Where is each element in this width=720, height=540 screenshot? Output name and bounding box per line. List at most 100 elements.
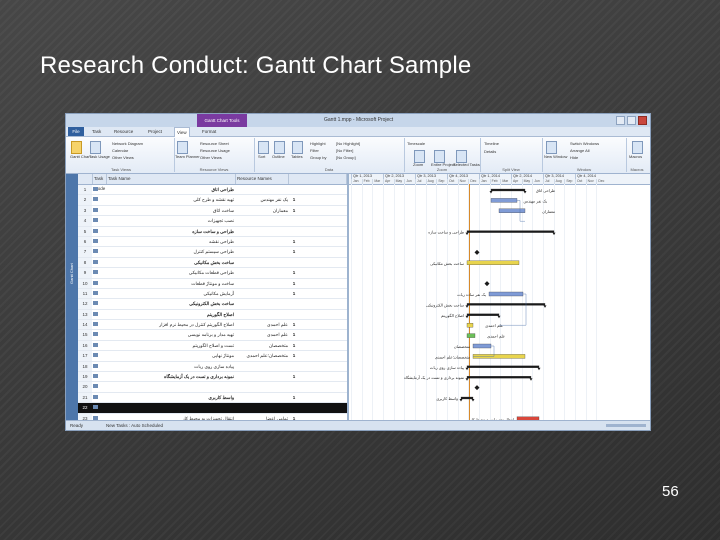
table-row[interactable]: 4 نصب تجهیزات xyxy=(78,216,347,227)
task-name-cell[interactable]: مونتاژ نهایی xyxy=(106,351,234,360)
table-row[interactable]: 9 طراحی قطعات مکانیکی 1 xyxy=(78,268,347,279)
resource-names-cell[interactable] xyxy=(236,185,288,194)
resource-names-cell[interactable] xyxy=(236,247,288,256)
summary-bar[interactable] xyxy=(466,313,500,316)
table-row[interactable]: 13 اصلاح الگوریتم xyxy=(78,309,347,321)
resource-names-cell[interactable]: علم احمدی xyxy=(236,320,288,329)
task-name-cell[interactable]: ساخت بخش مکانیکی xyxy=(106,258,234,267)
summary-bar[interactable] xyxy=(466,303,546,306)
view-bar[interactable]: Gantt Chart xyxy=(66,174,78,420)
task-name-cell[interactable]: طراحی نقشه xyxy=(106,237,234,246)
table-row[interactable]: 3 ساخت اتاق معماران 1 xyxy=(78,205,347,217)
maximize-button[interactable] xyxy=(627,116,636,125)
table-row[interactable]: 11 آزمایش مکانیکی 1 xyxy=(78,288,347,300)
arrange-all-item[interactable]: Arrange All xyxy=(570,148,590,153)
task-bar[interactable] xyxy=(488,291,524,297)
task-name-cell[interactable]: طراحی سیستم کنترل xyxy=(106,247,234,256)
task-name-cell[interactable]: طراحی و ساخت سازه xyxy=(106,227,234,236)
tables-button[interactable] xyxy=(292,141,303,154)
table-row[interactable]: 15 تهیه مدار و برنامه نویسی علم احمدی 1 xyxy=(78,330,347,341)
details-checkbox[interactable]: Details xyxy=(484,149,496,154)
macros-button[interactable] xyxy=(632,141,643,154)
table-row[interactable]: 1 طراحی اتاق xyxy=(78,185,347,196)
resource-names-cell[interactable] xyxy=(236,268,288,277)
task-name-cell[interactable]: واسط کاربری xyxy=(106,393,234,402)
timeline-checkbox[interactable]: Timeline xyxy=(484,141,499,146)
summary-bar[interactable] xyxy=(460,396,474,400)
task-name-cell[interactable]: اصلاح الگوریتم xyxy=(106,310,234,319)
switch-windows-item[interactable]: Switch Windows xyxy=(570,141,599,146)
task-name-cell[interactable] xyxy=(106,382,234,391)
table-row[interactable]: 10 ساخت و مونتاژ قطعات 1 xyxy=(78,278,347,289)
resource-names-cell[interactable] xyxy=(236,372,288,381)
timescale-dropdown[interactable]: Timescale xyxy=(407,141,425,146)
resource-names-cell[interactable] xyxy=(236,216,288,225)
task-name-cell[interactable]: ساخت بخش الکترونیکی xyxy=(106,299,234,308)
table-row[interactable]: 5 طراحی و ساخت سازه xyxy=(78,226,347,237)
header-task-mode[interactable]: Task Mode xyxy=(93,174,107,191)
milestone-marker[interactable] xyxy=(474,249,480,255)
task-name-cell[interactable]: ساخت اتاق xyxy=(106,206,234,215)
task-name-cell[interactable]: آزمایش مکانیکی xyxy=(106,289,234,298)
filter-dropdown[interactable]: [No Filter] xyxy=(336,148,353,153)
new-window-button[interactable] xyxy=(546,141,557,154)
table-row[interactable]: 8 ساخت بخش مکانیکی xyxy=(78,257,347,269)
resource-names-cell[interactable] xyxy=(236,289,288,298)
gantt-chart-button[interactable] xyxy=(71,141,82,154)
resource-names-cell[interactable] xyxy=(236,393,288,402)
resource-usage-item[interactable]: Resource Usage xyxy=(200,148,230,153)
table-row[interactable]: 21 واسط کاربری 1 xyxy=(78,392,347,404)
summary-bar[interactable] xyxy=(466,376,532,379)
table-row[interactable]: 18 پیاده سازی روی ربات xyxy=(78,361,347,373)
sort-button[interactable] xyxy=(258,141,269,154)
table-row[interactable]: 20 xyxy=(78,382,347,393)
resource-names-cell[interactable] xyxy=(236,299,288,308)
group-by-dropdown[interactable]: [No Group] xyxy=(336,155,356,160)
task-name-cell[interactable]: تست و اصلاح الگوریتم xyxy=(106,341,234,350)
tab-project[interactable]: Project xyxy=(148,127,162,136)
tab-format[interactable]: Format xyxy=(202,127,216,136)
tab-resource[interactable]: Resource xyxy=(114,127,133,136)
table-row[interactable]: 16 تست و اصلاح الگوریتم متخصصان 1 xyxy=(78,340,347,352)
resource-sheet-item[interactable]: Resource Sheet xyxy=(200,141,229,146)
summary-bar[interactable] xyxy=(490,188,526,192)
milestone-marker[interactable] xyxy=(474,385,480,391)
outline-button[interactable] xyxy=(274,141,285,154)
resource-names-cell[interactable]: متخصصان؛علم احمدی xyxy=(236,351,288,360)
task-name-cell[interactable]: طراحی قطعات مکانیکی xyxy=(106,268,234,277)
resource-names-cell[interactable] xyxy=(236,258,288,267)
resource-names-cell[interactable] xyxy=(236,403,288,412)
table-row[interactable]: 2 تهیه نقشه و طرح کلی یک نفر مهندس 1 xyxy=(78,195,347,206)
tab-file[interactable]: File xyxy=(68,127,84,136)
task-bar[interactable] xyxy=(466,333,476,338)
task-name-cell[interactable]: نمونه برداری و تست در یک آزمایشگاه xyxy=(106,372,234,381)
task-usage-button[interactable] xyxy=(90,141,101,154)
resource-names-cell[interactable] xyxy=(236,310,288,319)
zoom-slider[interactable] xyxy=(606,424,646,427)
resource-names-cell[interactable]: متخصصان xyxy=(236,341,288,350)
highlight-dropdown[interactable]: [No Highlight] xyxy=(336,141,360,146)
task-bar[interactable] xyxy=(498,208,526,213)
task-name-cell[interactable]: اصلاح الگوریتم کنترل در محیط نرم افزار xyxy=(106,320,234,329)
resource-names-cell[interactable] xyxy=(236,237,288,246)
task-name-cell[interactable]: تهیه مدار و برنامه نویسی xyxy=(106,330,234,339)
milestone-marker[interactable] xyxy=(484,281,490,287)
status-new-tasks[interactable]: New Tasks : Auto Scheduled xyxy=(106,421,163,430)
task-bar[interactable] xyxy=(490,198,518,203)
task-bar[interactable] xyxy=(466,260,520,265)
table-row[interactable]: 12 ساخت بخش الکترونیکی xyxy=(78,299,347,310)
tab-task[interactable]: Task xyxy=(92,127,101,136)
close-button[interactable] xyxy=(638,116,647,125)
resource-names-cell[interactable] xyxy=(236,227,288,236)
summary-bar[interactable] xyxy=(466,365,540,368)
resource-names-cell[interactable] xyxy=(236,279,288,288)
resource-names-cell[interactable] xyxy=(236,362,288,371)
tab-view[interactable]: View xyxy=(174,127,190,137)
header-add-column[interactable] xyxy=(289,174,347,184)
task-name-cell[interactable]: تهیه نقشه و طرح کلی xyxy=(106,195,234,204)
task-name-cell[interactable]: نصب تجهیزات xyxy=(106,216,234,225)
table-row[interactable]: 14 اصلاح الگوریتم کنترل در محیط نرم افزار… xyxy=(78,320,347,331)
task-bar[interactable] xyxy=(472,343,492,349)
task-name-cell[interactable]: پیاده سازی روی ربات xyxy=(106,362,234,371)
resource-names-cell[interactable]: معماران xyxy=(236,206,288,215)
